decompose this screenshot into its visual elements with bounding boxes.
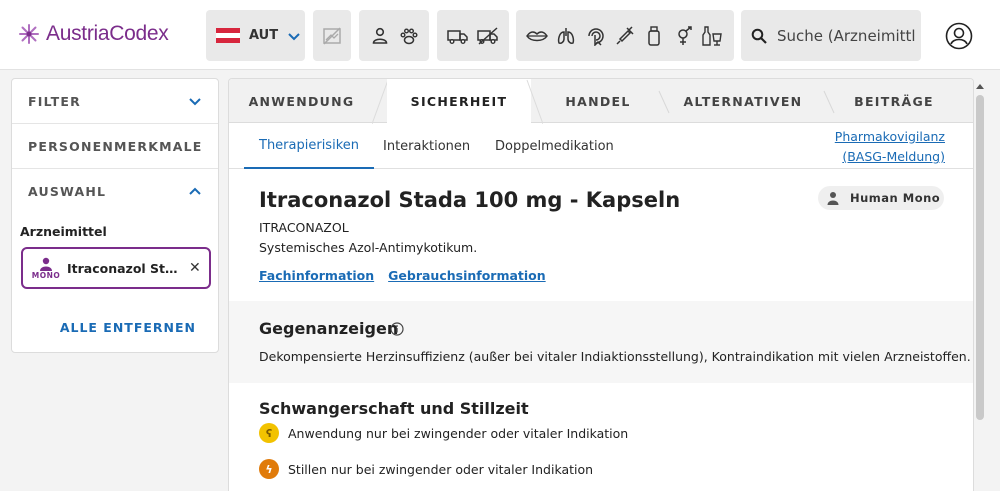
subtab-doppelmedikation[interactable]: Doppelmedikation: [495, 123, 614, 169]
person-icon: [827, 192, 839, 205]
tab-anwendung[interactable]: ANWENDUNG: [229, 79, 374, 123]
main-content: ANWENDUNG SICHERHEIT HANDEL ALTERNATIVEN…: [228, 78, 974, 491]
selection-label: AUSWAHL: [28, 184, 107, 199]
badge-text: Human Mono: [850, 191, 941, 205]
product-type-badge: Human Mono: [818, 186, 944, 210]
tab-beitraege[interactable]: BEITRÄGE: [829, 79, 959, 123]
chevron-down-icon: [288, 32, 300, 40]
country-selector[interactable]: AUT: [206, 10, 305, 61]
contraindications-text: Dekompensierte Herzinsuffizienz (außer b…: [259, 349, 971, 364]
pharmacovigilance-line1: Pharmakovigilanz: [834, 129, 945, 144]
application-filter-group: [516, 10, 734, 61]
tab-handel[interactable]: HANDEL: [535, 79, 661, 123]
species-filter-group: [359, 10, 429, 61]
pharmacovigilance-line2: (BASG-Meldung): [842, 149, 945, 164]
scrollbar-thumb[interactable]: [976, 95, 984, 420]
pregnancy-heading: Schwangerschaft und Stillzeit: [259, 399, 529, 418]
drinks-icon[interactable]: [701, 24, 725, 48]
selected-medicine-chip[interactable]: MONO Itraconazol St… ✕: [21, 247, 211, 289]
crossed-truck-icon[interactable]: [476, 24, 500, 48]
remove-all-button[interactable]: ALLE ENTFERNEN: [60, 320, 196, 335]
austria-flag-icon: [216, 27, 240, 44]
mono-tag: MONO: [31, 270, 61, 280]
gebrauchsinformation-link[interactable]: Gebrauchsinformation: [388, 268, 546, 283]
main-tabs: ANWENDUNG SICHERHEIT HANDEL ALTERNATIVEN…: [229, 79, 973, 124]
subtab-interaktionen[interactable]: Interaktionen: [383, 123, 470, 169]
close-icon[interactable]: ✕: [189, 260, 201, 276]
search-box[interactable]: [741, 10, 921, 61]
no-image-icon[interactable]: [320, 24, 344, 48]
personal-traits-label: PERSONENMERKMALE: [28, 138, 203, 154]
logo-text: AustriaCodex: [46, 22, 169, 45]
image-filter-group: [313, 10, 351, 61]
bottle-icon[interactable]: [642, 24, 666, 48]
tab-alternativen[interactable]: ALTERNATIVEN: [667, 79, 819, 123]
search-input[interactable]: [777, 26, 917, 45]
scroll-up-icon[interactable]: [975, 82, 985, 90]
contraindications-heading: Gegenanzeigen: [259, 319, 399, 338]
subtab-therapierisiken[interactable]: Therapierisiken: [244, 123, 374, 169]
sub-tabs: Therapierisiken Interaktionen Doppelmedi…: [229, 123, 973, 169]
pharmacovigilance-link[interactable]: Pharmakovigilanz (BASG-Meldung): [835, 127, 945, 167]
person-icon[interactable]: [368, 24, 392, 48]
product-description: Systemisches Azol-Antimykotikum.: [259, 240, 478, 255]
chip-medicine-name: Itraconazol St…: [67, 260, 178, 276]
tab-sicherheit[interactable]: SICHERHEIT: [387, 79, 531, 124]
person-icon: [40, 257, 52, 271]
mono-indicator: MONO: [31, 257, 61, 280]
pregnancy-item: ʕ Anwendung nur bei zwingender oder vita…: [259, 423, 628, 443]
top-bar: AustriaCodex AUT: [0, 0, 1000, 70]
logo-icon: [19, 24, 39, 44]
nursing-item: ϟ Stillen nur bei zwingender oder vitale…: [259, 459, 593, 479]
driving-filter-group: [437, 10, 509, 61]
filter-section-toggle[interactable]: FILTER: [12, 79, 218, 124]
fachinformation-link[interactable]: Fachinformation: [259, 268, 374, 283]
gender-icon[interactable]: [672, 24, 696, 48]
personal-traits-toggle[interactable]: PERSONENMERKMALE: [12, 124, 218, 169]
truck-icon[interactable]: [446, 24, 470, 48]
active-ingredient: ITRACONAZOL: [259, 220, 349, 235]
lips-icon[interactable]: [525, 24, 549, 48]
medicine-heading: Arzneimittel: [20, 224, 107, 239]
nursing-icon: ϟ: [259, 459, 279, 479]
search-icon: [751, 28, 767, 44]
info-icon[interactable]: [390, 322, 404, 336]
chevron-up-icon: [189, 187, 201, 195]
logo[interactable]: AustriaCodex: [18, 22, 169, 46]
nursing-text: Stillen nur bei zwingender oder vitaler …: [288, 461, 594, 477]
paw-icon[interactable]: [397, 24, 421, 48]
syringe-icon[interactable]: [613, 24, 637, 48]
info-links: Fachinformation Gebrauchsinformation: [259, 268, 546, 283]
lungs-icon[interactable]: [554, 24, 578, 48]
filter-label: FILTER: [28, 93, 81, 109]
pregnancy-icon: ʕ: [259, 423, 279, 443]
user-avatar-icon[interactable]: [945, 22, 973, 50]
pregnancy-text: Anwendung nur bei zwingender oder vitale…: [288, 425, 629, 441]
selection-toggle[interactable]: AUSWAHL: [12, 169, 218, 214]
product-title: Itraconazol Stada 100 mg - Kapseln: [259, 188, 681, 212]
country-code: AUT: [249, 28, 279, 43]
touch-icon[interactable]: [584, 24, 608, 48]
chevron-down-icon: [189, 98, 201, 106]
contraindications-section: Gegenanzeigen Dekompensierte Herzinsuffi…: [229, 301, 973, 383]
filter-sidebar: FILTER PERSONENMERKMALE AUSWAHL Arzneimi…: [11, 78, 219, 353]
